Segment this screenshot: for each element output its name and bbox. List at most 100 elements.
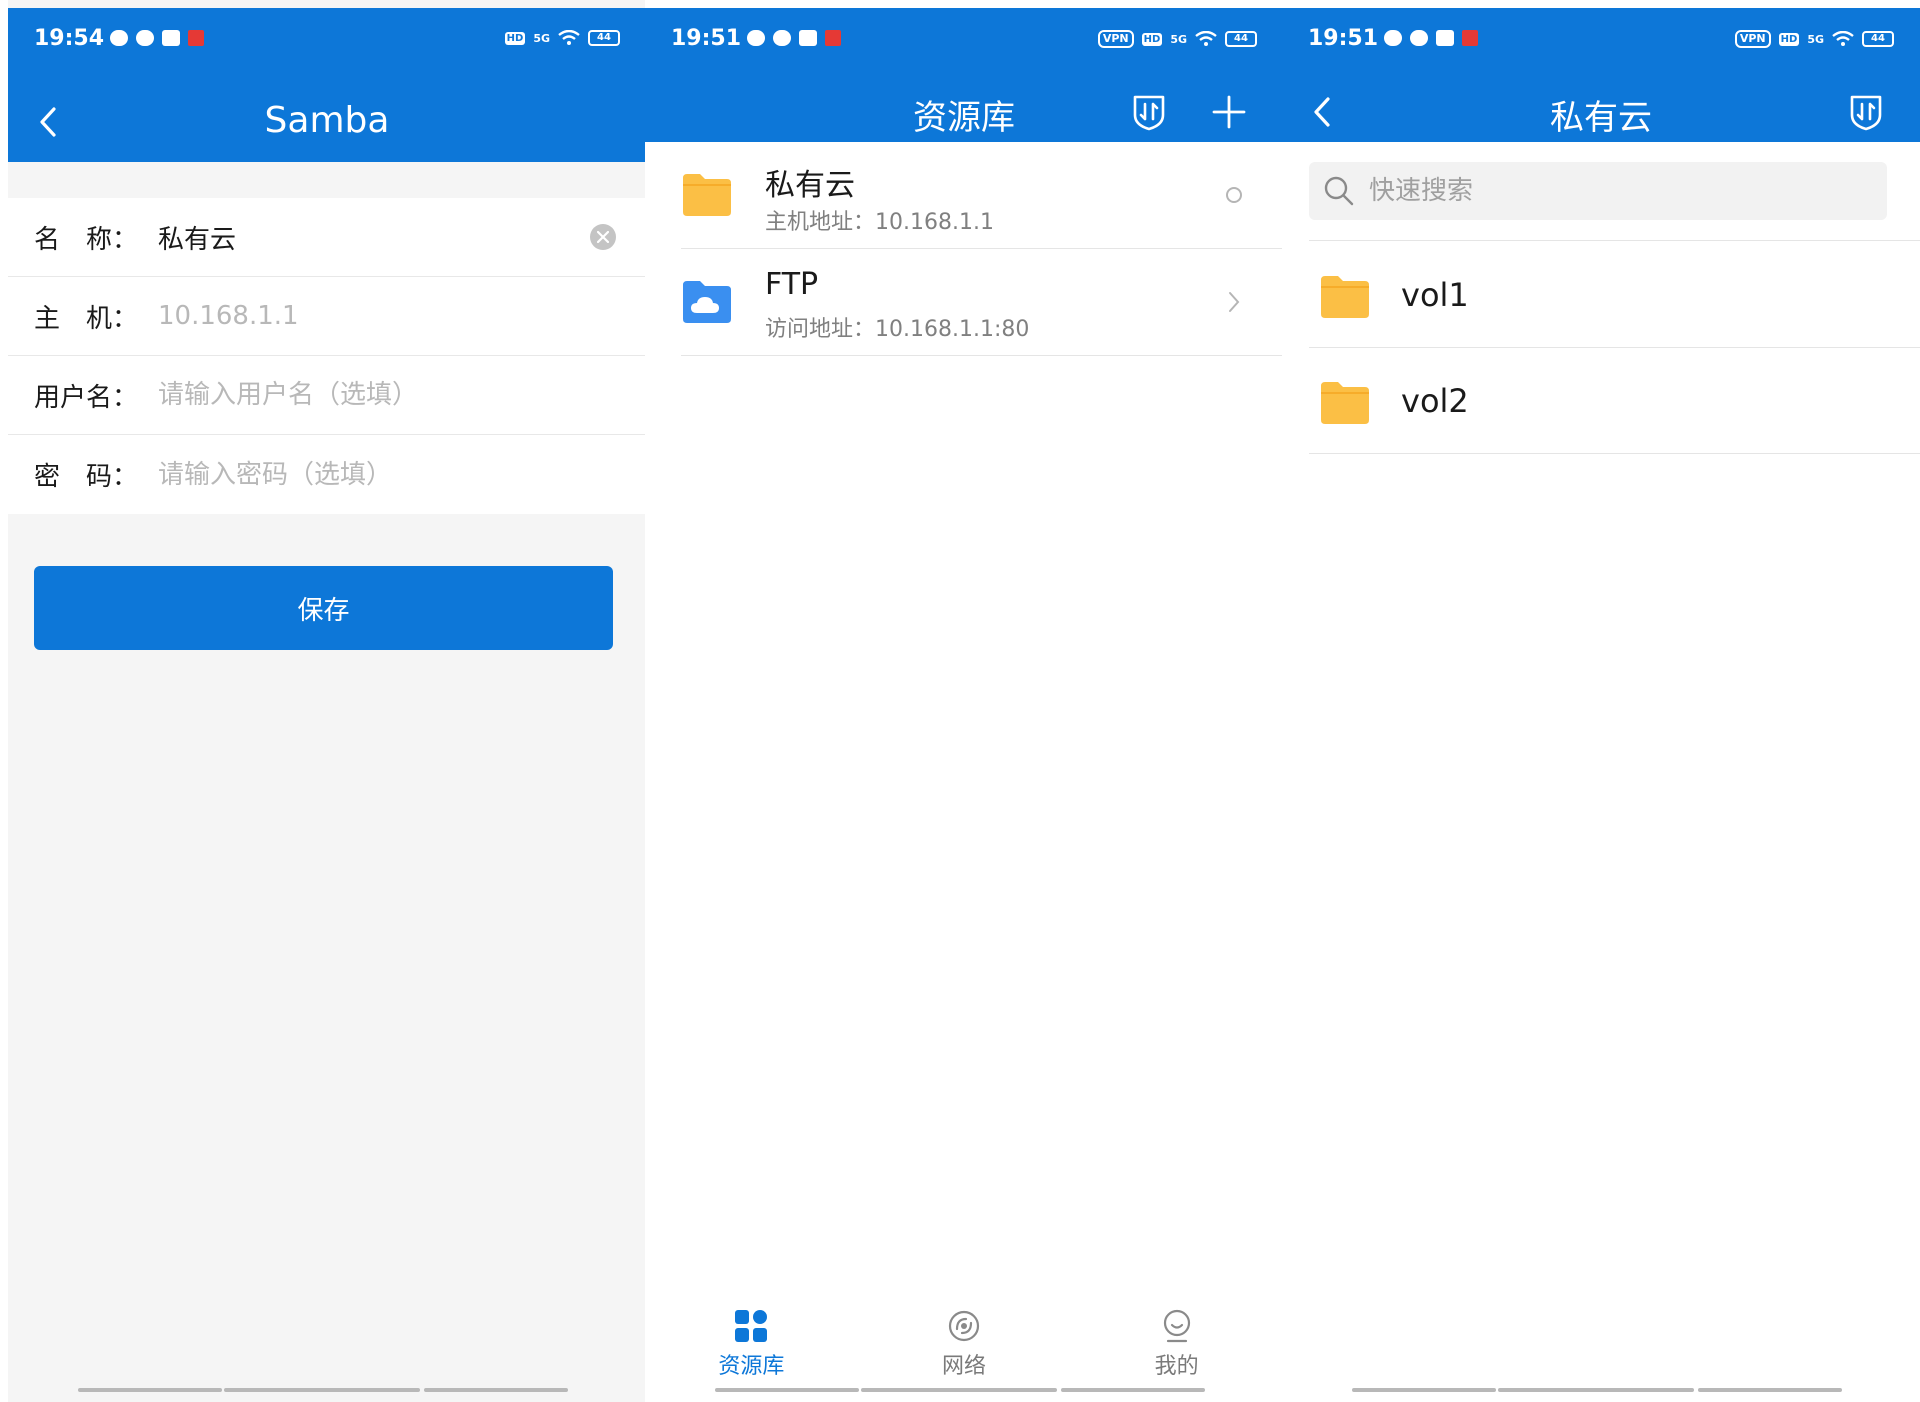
message-icon	[136, 30, 154, 46]
save-button[interactable]: 保存	[34, 566, 613, 650]
hd-icon: HD	[504, 31, 526, 45]
cloud-folder-icon	[683, 281, 731, 323]
signal-label: 5G	[1807, 32, 1824, 46]
app-badge-icon	[825, 30, 841, 46]
home-indicator	[78, 1388, 222, 1392]
app-bar: 19:51 VPN HD 5G 44 资源库	[645, 8, 1283, 142]
notification-icons	[1384, 30, 1478, 46]
name-row: 名 称： 私有云	[8, 198, 646, 277]
wifi-icon	[1832, 31, 1854, 46]
host-input[interactable]	[158, 301, 578, 331]
vpn-icon: VPN	[1734, 30, 1771, 48]
transfer-button[interactable]	[1123, 86, 1175, 138]
status-indicators: HD 5G 44	[504, 30, 620, 46]
page-title: Samba	[264, 100, 390, 141]
home-indicator	[1352, 1388, 1496, 1392]
notification-icons	[110, 30, 204, 46]
status-bar: 19:54 HD 5G 44	[8, 8, 646, 72]
battery-icon: 44	[1225, 31, 1257, 47]
wifi-icon	[558, 30, 580, 45]
username-input[interactable]	[158, 380, 578, 410]
search-bar[interactable]	[1309, 162, 1887, 220]
host-row: 主 机：	[8, 277, 646, 356]
tab-label: 资源库	[718, 1354, 785, 1379]
status-time: 19:51	[671, 26, 742, 51]
home-indicator	[715, 1388, 859, 1392]
clear-button[interactable]	[590, 224, 616, 250]
notification-icons	[747, 30, 841, 46]
list-item[interactable]: vol1	[1309, 242, 1920, 348]
search-input[interactable]	[1369, 176, 1849, 206]
home-indicator	[1061, 1388, 1205, 1392]
app-icon	[162, 30, 180, 46]
folder-list: vol1 vol2	[1309, 242, 1920, 454]
source-name: FTP	[765, 267, 819, 302]
signal-label: 5G	[1170, 32, 1187, 46]
app-bar: 19:54 HD 5G 44 Samba	[8, 8, 646, 162]
wechat-icon	[747, 30, 765, 46]
username-row: 用户名：	[8, 356, 646, 435]
source-name: 私有云	[765, 168, 855, 203]
app-icon	[799, 30, 817, 46]
transfer-icon	[1850, 95, 1882, 131]
home-indicator	[424, 1388, 568, 1392]
signal-label: 5G	[533, 31, 550, 45]
password-input[interactable]	[158, 459, 578, 490]
close-icon	[597, 231, 609, 243]
app-icon	[1436, 30, 1454, 46]
list-item[interactable]: vol2	[1309, 348, 1920, 454]
app-badge-icon	[1462, 30, 1478, 46]
plus-icon	[1212, 95, 1246, 129]
hd-icon: HD	[1141, 32, 1163, 46]
list-item[interactable]: FTP 访问地址：10.168.1.1:80	[681, 249, 1283, 356]
folder-name: vol2	[1401, 382, 1469, 420]
status-time: 19:51	[1308, 26, 1379, 51]
add-source-button[interactable]	[1203, 86, 1255, 138]
divider	[1309, 240, 1920, 241]
source-address: 主机地址：10.168.1.1	[765, 210, 994, 235]
grid-icon	[733, 1308, 769, 1344]
tab-profile[interactable]: 我的	[1097, 1308, 1257, 1388]
vpn-icon: VPN	[1097, 30, 1134, 48]
folder-icon	[1321, 382, 1369, 424]
name-label: 名 称：	[34, 224, 139, 255]
status-indicators: VPN HD 5G 44	[1734, 30, 1894, 48]
transfer-button[interactable]	[1840, 86, 1892, 138]
message-icon	[1410, 30, 1428, 46]
wechat-icon	[1384, 30, 1402, 46]
app-badge-icon	[188, 30, 204, 46]
home-indicator	[1698, 1388, 1842, 1392]
wechat-icon	[110, 30, 128, 46]
status-bar: 19:51 VPN HD 5G 44	[645, 8, 1283, 72]
folder-icon	[683, 174, 731, 216]
status-time: 19:54	[34, 26, 105, 51]
search-icon	[1324, 176, 1354, 206]
tab-library[interactable]: 资源库	[671, 1308, 831, 1388]
network-icon	[946, 1308, 982, 1344]
message-icon	[773, 30, 791, 46]
transfer-icon	[1133, 95, 1165, 131]
list-item[interactable]: 私有云 主机地址：10.168.1.1	[681, 142, 1283, 249]
samba-config-screen: 19:54 HD 5G 44 Samba 名 称： 私有云 主 机： 10.16…	[8, 0, 646, 1402]
folder-icon	[1321, 276, 1369, 318]
status-ring-icon	[1221, 182, 1247, 208]
connection-form: 名 称： 私有云 主 机： 用户名： 密 码：	[8, 198, 646, 514]
page-title: 私有云	[1550, 98, 1652, 138]
home-indicator	[1498, 1388, 1694, 1392]
status-bar: 19:51 VPN HD 5G 44	[1282, 8, 1920, 72]
tab-label: 网络	[941, 1354, 986, 1379]
resource-library-screen: 19:51 VPN HD 5G 44 资源库 私有云 主机地址：10.168.1…	[645, 0, 1283, 1402]
password-label: 密 码：	[34, 462, 139, 492]
name-field[interactable]: 私有云	[158, 219, 236, 256]
tab-network[interactable]: 网络	[884, 1308, 1044, 1388]
username-label: 用户名：	[34, 382, 139, 413]
source-list: 私有云 主机地址：10.168.1.1 FTP 访问地址：10.168.1.1:…	[645, 142, 1283, 356]
home-indicator	[224, 1388, 420, 1392]
profile-icon	[1159, 1308, 1195, 1344]
status-indicators: VPN HD 5G 44	[1097, 30, 1257, 48]
chevron-right-icon	[1221, 289, 1247, 315]
private-cloud-screen: 19:51 VPN HD 5G 44 私有云 vol1	[1282, 0, 1920, 1402]
bottom-tab-bar: 资源库 网络 我的	[645, 1308, 1283, 1388]
home-indicator	[861, 1388, 1057, 1392]
host-label: 主 机：	[34, 303, 139, 334]
